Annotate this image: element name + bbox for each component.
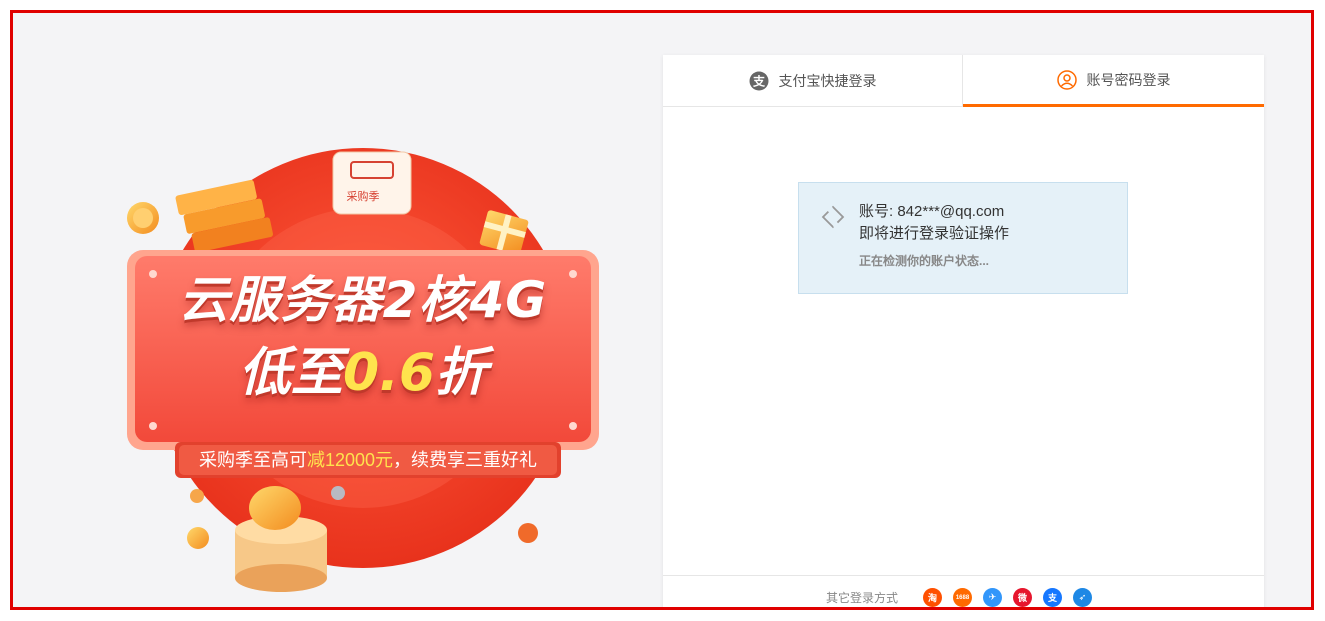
verification-message: 即将进行登录验证操作 xyxy=(859,225,1010,242)
page-frame: 采购季 云服务器2核4G 低至0.6折 采购季至高可减12000元，续费享三重好… xyxy=(10,10,1314,610)
login-tabs: 支 支付宝快捷登录 账号密码登录 xyxy=(663,55,1264,107)
account-text: 账号: 842***@qq.com xyxy=(859,203,1005,220)
promo-subline: 低至0.6折 xyxy=(143,343,583,403)
promo-bar-prefix: 采购季至高可 xyxy=(198,450,307,470)
1688-icon[interactable]: 1688 xyxy=(953,588,972,607)
tab-password-label: 账号密码登录 xyxy=(1086,71,1171,88)
promo-headline: 云服务器2核4G xyxy=(178,271,548,329)
promo-banner[interactable]: 采购季 云服务器2核4G 低至0.6折 采购季至高可减12000元，续费享三重好… xyxy=(113,138,613,598)
loading-spinner-icon xyxy=(821,205,845,229)
weibo-icon[interactable]: 微 xyxy=(1013,588,1032,607)
promo-bar-suffix: ，续费享三重好礼 xyxy=(393,450,538,470)
promo-subline-prefix: 低至 xyxy=(238,343,343,403)
taobao-icon[interactable]: 淘 xyxy=(923,588,942,607)
promo-subline-suffix: 折 xyxy=(435,343,488,403)
login-card: 支 支付宝快捷登录 账号密码登录 账号: 842***@qq.com 即将进行登… xyxy=(663,55,1264,607)
other-login-methods: 其它登录方式 淘 1688 ✈ 微支 ➶ xyxy=(663,575,1264,607)
promo-badge: 采购季 xyxy=(346,191,380,203)
promo-bar: 采购季至高可减12000元，续费享三重好礼 xyxy=(175,443,561,477)
svg-text:支: 支 xyxy=(751,74,765,89)
user-icon xyxy=(1056,69,1077,90)
feather-icon[interactable]: ➶ xyxy=(1073,588,1092,607)
tab-alipay-label: 支付宝快捷登录 xyxy=(778,73,877,89)
tab-alipay-login[interactable]: 支 支付宝快捷登录 xyxy=(663,55,963,107)
promo-bar-highlight: 减12000元 xyxy=(306,450,394,470)
promo-subline-highlight: 0.6 xyxy=(342,343,436,403)
alipay-icon: 支 xyxy=(749,71,769,91)
other-login-label: 其它登录方式 xyxy=(826,591,899,605)
tab-password-login[interactable]: 账号密码登录 xyxy=(963,55,1264,107)
dingtalk-icon[interactable]: ✈ xyxy=(983,588,1002,607)
alipay-icon[interactable]: 支 xyxy=(1043,588,1062,607)
status-text: 正在检测你的账户状态... xyxy=(859,254,990,268)
verification-panel: 账号: 842***@qq.com 即将进行登录验证操作 正在检测你的账户状态.… xyxy=(798,182,1128,294)
